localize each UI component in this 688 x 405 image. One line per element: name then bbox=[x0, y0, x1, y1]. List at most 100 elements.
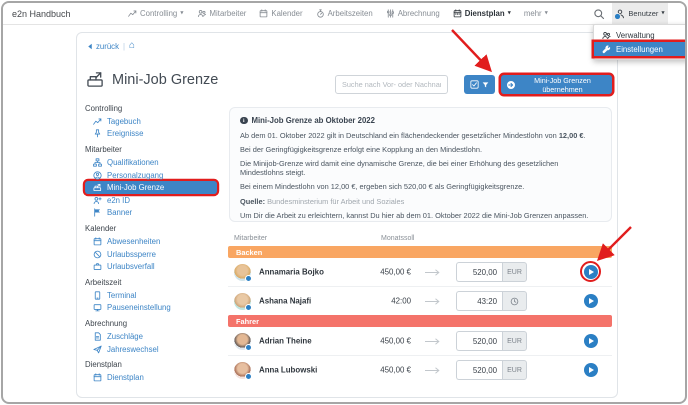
menu-item-verwaltung[interactable]: Verwaltung bbox=[594, 28, 687, 42]
sidebar-item-zuschlaege[interactable]: Zuschläge bbox=[85, 330, 217, 343]
apply-row-button[interactable] bbox=[584, 363, 598, 377]
info-paragraph-source: Quelle: Bundesminsterium für Arbeit und … bbox=[240, 198, 601, 207]
status-dot bbox=[614, 13, 621, 20]
calendar-icon bbox=[453, 9, 462, 18]
column-header-monatssoll: Monatssoll bbox=[381, 235, 414, 242]
sliders-icon bbox=[386, 9, 395, 18]
nav-item-kalender[interactable]: Kalender bbox=[259, 9, 302, 18]
filter-button[interactable] bbox=[464, 75, 495, 94]
main-panel: zurück | ⌂ Mini-Job Grenze Mini-Job Gren… bbox=[76, 32, 618, 398]
filter-icon bbox=[482, 81, 489, 89]
avatar bbox=[234, 333, 251, 350]
group-header-fahrer: Fahrer bbox=[228, 315, 612, 327]
sidebar-item-abwesenheiten[interactable]: Abwesenheiten bbox=[85, 235, 217, 248]
table-row: Anna Lubowski 450,00 € EUR bbox=[228, 355, 612, 384]
sidebar-section-kalender: Kalender bbox=[85, 224, 217, 233]
apply-row-button[interactable] bbox=[584, 265, 598, 279]
apply-minijob-limits-button[interactable]: Mini-Job Grenzen übernehmen bbox=[501, 75, 612, 94]
arrow-right-icon bbox=[425, 298, 441, 305]
sidebar-item-urlaubssperre[interactable]: Urlaubssperre bbox=[85, 248, 217, 261]
user-dropdown-menu: Verwaltung Einstellungen bbox=[593, 24, 687, 60]
back-link[interactable]: zurück bbox=[87, 42, 119, 51]
play-icon bbox=[589, 367, 594, 373]
source-link[interactable]: Bundesminsterium für Arbeit und Soziales bbox=[267, 197, 404, 206]
thumbtack-icon bbox=[93, 129, 102, 138]
sidebar-item-mini-job-grenze[interactable]: Mini-Job Grenze bbox=[85, 181, 217, 194]
status-dot bbox=[245, 373, 252, 380]
user-icon bbox=[615, 9, 625, 19]
sidebar-section-mitarbeiter: Mitarbeiter bbox=[85, 145, 217, 154]
nav-item-mehr[interactable]: mehr ▾ bbox=[524, 9, 548, 18]
info-icon: i bbox=[240, 117, 248, 125]
monitor-icon bbox=[93, 303, 102, 312]
top-navbar: e2n Handbuch Controlling ▾ Mitarbeiter K… bbox=[3, 3, 685, 25]
arrow-right-icon bbox=[425, 269, 441, 276]
play-icon bbox=[589, 338, 594, 344]
user-menu-button[interactable]: Benutzer ▾ bbox=[612, 3, 668, 24]
apply-row-button[interactable] bbox=[584, 294, 598, 308]
sidebar-item-banner[interactable]: Banner bbox=[85, 207, 217, 220]
sidebar-item-terminal[interactable]: Terminal bbox=[85, 289, 217, 302]
tablet-icon bbox=[93, 291, 102, 300]
sidebar-item-qualifikationen[interactable]: Qualifikationen bbox=[85, 156, 217, 169]
breadcrumb: zurück | ⌂ bbox=[87, 41, 135, 51]
nav-item-mitarbeiter[interactable]: Mitarbeiter bbox=[197, 9, 247, 18]
wrench-icon bbox=[602, 45, 611, 54]
sidebar-item-dienstplan[interactable]: Dienstplan bbox=[85, 371, 217, 384]
info-paragraph-4: Bei einem Mindestlohn von 12,00 €, ergeb… bbox=[240, 183, 601, 192]
chart-line-icon bbox=[128, 9, 137, 18]
nav-item-abrechnung[interactable]: Abrechnung bbox=[386, 9, 440, 18]
users-icon bbox=[197, 9, 207, 18]
current-value: 450,00 € bbox=[380, 337, 411, 346]
search-icon[interactable] bbox=[593, 7, 605, 25]
sidebar-item-personalzugang[interactable]: Personalzugang bbox=[85, 169, 217, 182]
table-row: Adrian Theine 450,00 € EUR bbox=[228, 327, 612, 355]
employee-name: Adrian Theine bbox=[259, 337, 312, 346]
chart-line-icon bbox=[93, 117, 102, 126]
value-input-group bbox=[456, 291, 527, 311]
app-title: e2n Handbuch bbox=[12, 3, 71, 24]
current-value: 450,00 € bbox=[380, 366, 411, 375]
sidebar-item-jahreswechsel[interactable]: Jahreswechsel bbox=[85, 343, 217, 356]
search-input[interactable] bbox=[335, 75, 448, 94]
app-window: e2n Handbuch Controlling ▾ Mitarbeiter K… bbox=[1, 1, 687, 404]
status-dot bbox=[245, 344, 252, 351]
new-value-input[interactable] bbox=[456, 291, 502, 311]
info-paragraph-6: Um Dir die Arbeit zu erleichtern, kannst… bbox=[240, 212, 601, 221]
sitemap-icon bbox=[93, 158, 102, 167]
value-input-group: EUR bbox=[456, 360, 527, 380]
employee-name: Anna Lubowski bbox=[259, 366, 317, 375]
new-value-input[interactable] bbox=[456, 331, 502, 351]
paper-plane-icon bbox=[93, 345, 102, 354]
apply-row-button[interactable] bbox=[584, 334, 598, 348]
home-icon[interactable]: ⌂ bbox=[129, 41, 135, 51]
nav-item-dienstplan[interactable]: Dienstplan ▾ bbox=[453, 9, 511, 18]
sidebar-item-ereignisse[interactable]: Ereignisse bbox=[85, 128, 217, 141]
sidebar-item-e2n-id[interactable]: e2n ID bbox=[85, 194, 217, 207]
nav-item-controlling[interactable]: Controlling ▾ bbox=[128, 9, 184, 18]
info-paragraph-3: Die Minijob-Grenze wird damit eine dynam… bbox=[240, 160, 601, 177]
ban-icon bbox=[93, 250, 102, 259]
play-icon bbox=[589, 298, 594, 304]
calendar-icon bbox=[259, 9, 268, 18]
chevron-down-icon: ▾ bbox=[508, 11, 511, 18]
group-header-backen: Backen bbox=[228, 246, 612, 258]
sidebar-section-abrechnung: Abrechnung bbox=[85, 319, 217, 328]
stopwatch-icon bbox=[316, 9, 325, 18]
sidebar-item-tagebuch[interactable]: Tagebuch bbox=[85, 115, 217, 128]
id-badge-icon bbox=[93, 171, 102, 180]
table-header: Mitarbeiter Monatssoll bbox=[228, 235, 612, 246]
menu-item-einstellungen[interactable]: Einstellungen bbox=[594, 42, 687, 56]
cash-register-icon bbox=[93, 183, 102, 192]
unit-suffix: EUR bbox=[502, 262, 527, 282]
new-value-input[interactable] bbox=[456, 262, 502, 282]
sidebar-item-urlaubsverfall[interactable]: Urlaubsverfall bbox=[85, 260, 217, 273]
circle-arrow-icon bbox=[507, 81, 515, 89]
unit-suffix: EUR bbox=[502, 331, 527, 351]
column-header-mitarbeiter: Mitarbeiter bbox=[234, 235, 267, 242]
new-value-input[interactable] bbox=[456, 360, 502, 380]
nav-item-arbeitszeiten[interactable]: Arbeitszeiten bbox=[316, 9, 373, 18]
flag-icon bbox=[93, 208, 102, 217]
info-box: i Mini-Job Grenze ab Oktober 2022 Ab dem… bbox=[229, 107, 612, 222]
sidebar-item-pauseneinstellung[interactable]: Pauseneinstellung bbox=[85, 302, 217, 315]
